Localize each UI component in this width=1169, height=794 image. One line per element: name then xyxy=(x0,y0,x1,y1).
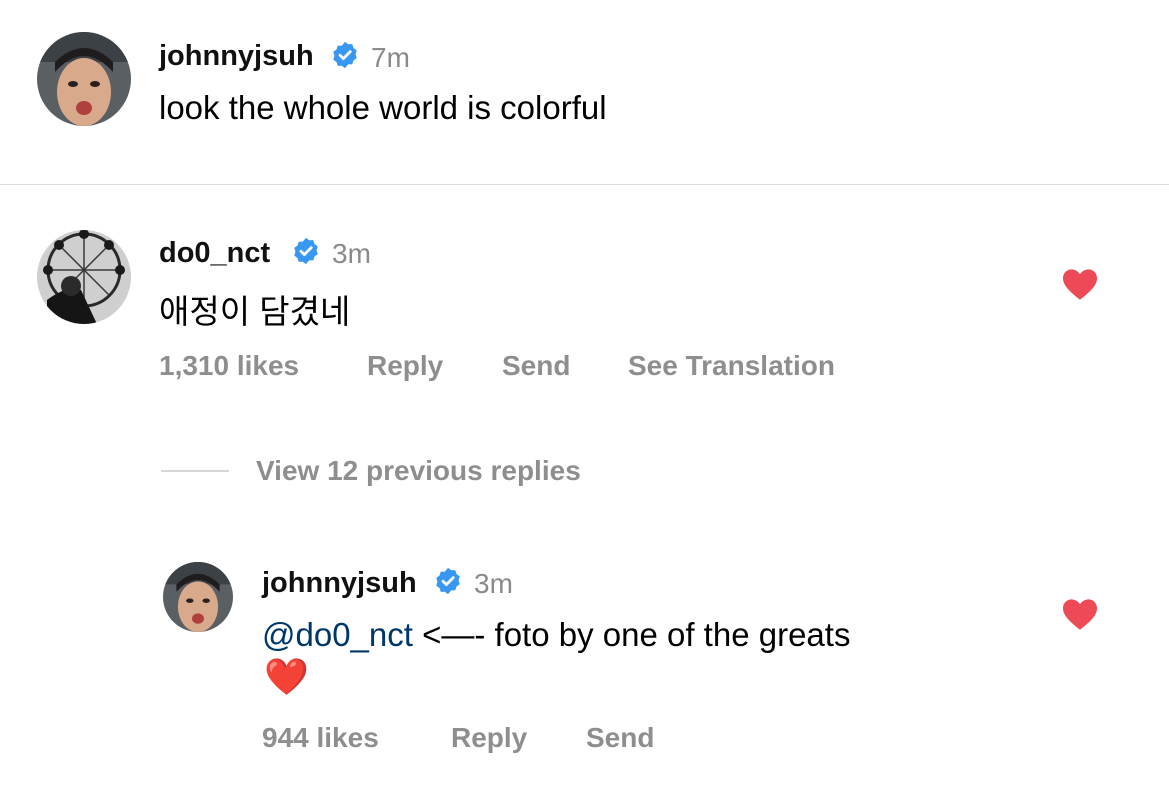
reply-text-body: <—- foto by one of the greats xyxy=(412,616,851,653)
comment-text: 애정이 담겼네 xyxy=(159,293,351,330)
mention-link[interactable]: @do0_nct xyxy=(262,616,413,653)
reply-timestamp: 3m xyxy=(474,568,513,599)
section-divider xyxy=(0,184,1169,185)
avatar[interactable] xyxy=(163,562,233,632)
reply-text: @do0_nct <—- foto by one of the greats xyxy=(262,616,850,654)
reply-username[interactable]: johnnyjsuh xyxy=(262,567,417,600)
replies-divider-line xyxy=(161,470,229,472)
avatar[interactable] xyxy=(37,230,131,324)
view-previous-replies-button[interactable]: View 12 previous replies xyxy=(256,455,581,487)
reply-reply-button[interactable]: Reply xyxy=(451,722,527,754)
see-translation-button[interactable]: See Translation xyxy=(628,350,835,382)
comment-send-button[interactable]: Send xyxy=(502,350,570,382)
verified-badge-icon xyxy=(291,236,321,266)
post-timestamp: 7m xyxy=(371,42,410,73)
avatar[interactable] xyxy=(37,32,131,126)
red-heart-emoji: ❤️ xyxy=(264,657,309,698)
heart-icon[interactable] xyxy=(1061,597,1099,631)
verified-badge-icon xyxy=(433,566,463,596)
comment-username[interactable]: do0_nct xyxy=(159,237,270,270)
comment-reply-button[interactable]: Reply xyxy=(367,350,443,382)
comment-likes-count[interactable]: 1,310 likes xyxy=(159,350,299,382)
heart-icon[interactable] xyxy=(1061,267,1099,301)
verified-badge-icon xyxy=(330,40,360,70)
reply-send-button[interactable]: Send xyxy=(586,722,654,754)
reply-likes-count[interactable]: 944 likes xyxy=(262,722,379,754)
post-username[interactable]: johnnyjsuh xyxy=(159,40,314,73)
post-caption: look the whole world is colorful xyxy=(159,89,607,126)
comment-timestamp: 3m xyxy=(332,238,371,269)
